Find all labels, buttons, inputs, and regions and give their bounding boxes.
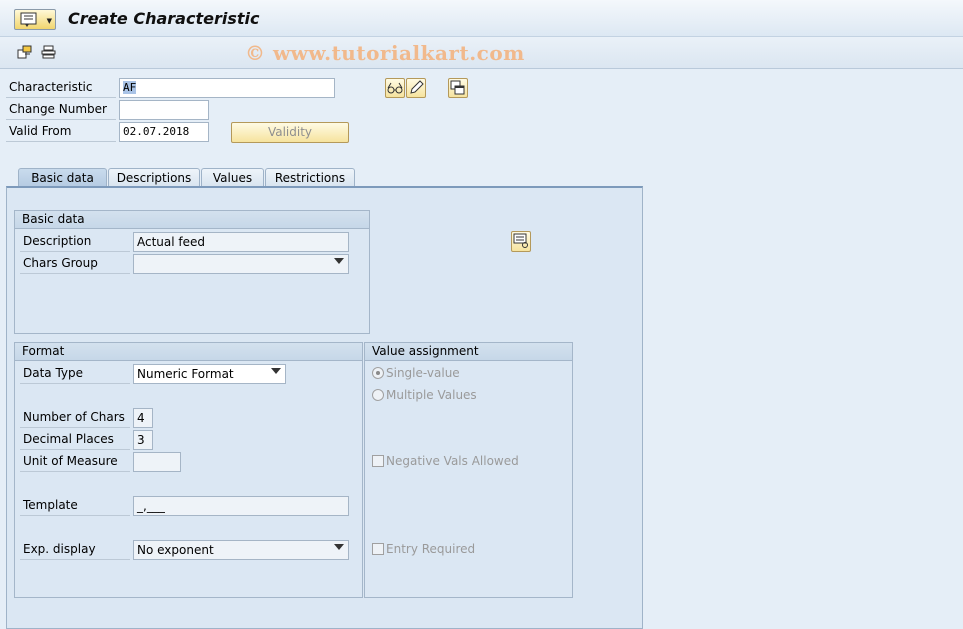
validity-button[interactable]: Validity bbox=[231, 122, 349, 143]
checkbox-icon bbox=[372, 543, 384, 555]
change-number-input[interactable] bbox=[119, 100, 209, 120]
description-field[interactable]: Actual feed bbox=[133, 232, 349, 252]
characteristic-label: Characteristic bbox=[6, 78, 116, 98]
copy-window-icon bbox=[450, 80, 465, 95]
watermark: © www.tutorialkart.com bbox=[245, 41, 525, 65]
entry-required-checkbox[interactable]: Entry Required bbox=[372, 542, 475, 556]
radio-selected-icon bbox=[372, 367, 384, 379]
unit-of-measure-field[interactable] bbox=[133, 452, 181, 472]
template-label: Template bbox=[20, 496, 130, 516]
classification-icon bbox=[513, 233, 528, 248]
checkbox-icon bbox=[372, 455, 384, 467]
chars-group-select[interactable] bbox=[133, 254, 349, 274]
display-icon[interactable] bbox=[40, 44, 58, 60]
valid-from-label: Valid From bbox=[6, 122, 116, 142]
data-type-select[interactable]: Numeric Format bbox=[133, 364, 286, 384]
display-button[interactable] bbox=[385, 78, 405, 98]
radio-icon bbox=[372, 389, 384, 401]
single-value-radio[interactable]: Single-value bbox=[372, 366, 460, 380]
entry-required-label: Entry Required bbox=[386, 542, 476, 556]
value-assignment-group: Value assignment bbox=[364, 342, 573, 598]
menu-icon bbox=[20, 12, 37, 27]
chevron-down-icon bbox=[271, 368, 281, 374]
multiple-values-label: Multiple Values bbox=[386, 388, 477, 402]
dropdown-arrow-icon: ▼ bbox=[46, 17, 52, 25]
system-menu-button[interactable]: ▼ bbox=[14, 9, 56, 30]
exp-display-select[interactable]: No exponent bbox=[133, 540, 349, 560]
decimal-places-field[interactable]: 3 bbox=[133, 430, 153, 450]
tab-basic-data[interactable]: Basic data bbox=[18, 168, 107, 187]
chevron-down-icon bbox=[334, 258, 344, 264]
title-bar: ▼ Create Characteristic bbox=[0, 0, 963, 37]
classification-button[interactable] bbox=[511, 231, 531, 252]
unit-of-measure-label: Unit of Measure bbox=[20, 452, 130, 472]
pencil-change-icon bbox=[410, 80, 424, 94]
data-type-label: Data Type bbox=[20, 364, 130, 384]
page-title: Create Characteristic bbox=[68, 9, 260, 28]
multiple-values-radio[interactable]: Multiple Values bbox=[372, 388, 477, 402]
chars-group-label: Chars Group bbox=[20, 254, 130, 274]
copy-window-button[interactable] bbox=[448, 78, 468, 98]
negative-vals-checkbox[interactable]: Negative Vals Allowed bbox=[372, 454, 519, 468]
decimal-places-label: Decimal Places bbox=[20, 430, 130, 450]
other-object-icon[interactable] bbox=[16, 44, 34, 60]
number-of-chars-label: Number of Chars bbox=[20, 408, 130, 428]
tab-restrictions[interactable]: Restrictions bbox=[265, 168, 355, 187]
format-heading: Format bbox=[15, 343, 362, 361]
description-label: Description bbox=[20, 232, 130, 252]
tab-values[interactable]: Values bbox=[201, 168, 264, 187]
application-toolbar: © www.tutorialkart.com bbox=[0, 37, 963, 69]
change-button[interactable] bbox=[406, 78, 426, 98]
value-assignment-heading: Value assignment bbox=[365, 343, 572, 361]
tab-descriptions[interactable]: Descriptions bbox=[108, 168, 200, 187]
negative-vals-label: Negative Vals Allowed bbox=[386, 454, 519, 468]
single-value-label: Single-value bbox=[386, 366, 460, 380]
number-of-chars-field[interactable]: 4 bbox=[133, 408, 153, 428]
exp-display-label: Exp. display bbox=[20, 540, 130, 560]
basic-data-heading: Basic data bbox=[15, 211, 369, 229]
characteristic-input[interactable]: AF bbox=[119, 78, 335, 98]
data-type-value: Numeric Format bbox=[137, 367, 234, 381]
characteristic-value: AF bbox=[123, 81, 137, 94]
valid-from-input[interactable]: 02.07.2018 bbox=[119, 122, 209, 142]
exp-display-value: No exponent bbox=[137, 543, 214, 557]
change-number-label: Change Number bbox=[6, 100, 116, 120]
glasses-display-icon bbox=[387, 82, 403, 94]
chevron-down-icon bbox=[334, 544, 344, 550]
template-field[interactable]: _,___ bbox=[133, 496, 349, 516]
